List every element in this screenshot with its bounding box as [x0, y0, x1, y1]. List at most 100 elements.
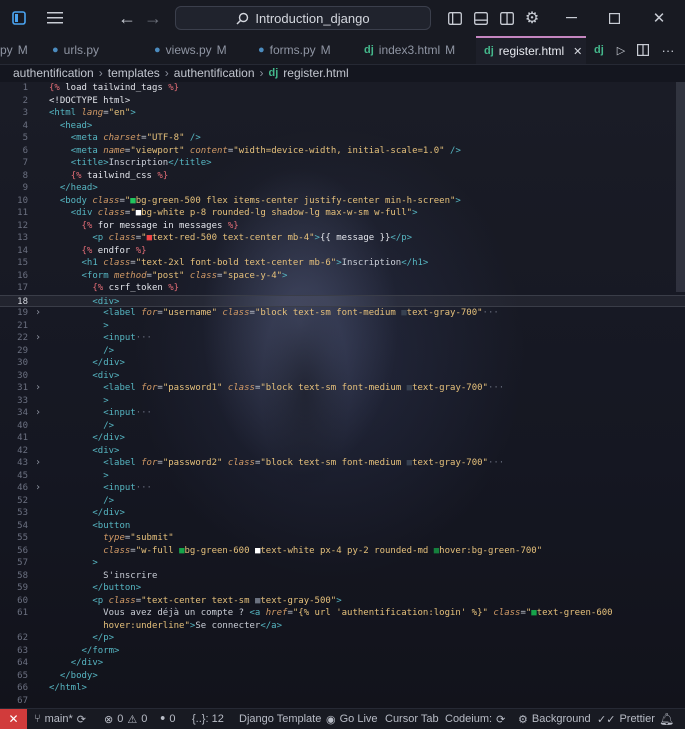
- code-line[interactable]: 42 <div>: [0, 445, 685, 458]
- code-line[interactable]: 11 <div class="■bg-white p-8 rounded-lg …: [0, 207, 685, 220]
- code-line[interactable]: 17 {% csrf_token %}: [0, 282, 685, 295]
- ports-status[interactable]: ꔷ 0: [160, 709, 176, 729]
- code-line[interactable]: 30 <div>: [0, 370, 685, 383]
- forward-arrow-icon[interactable]: →: [142, 0, 164, 36]
- code-line[interactable]: 61 Vous avez déjà un compte ? <a href="{…: [0, 607, 685, 620]
- close-tab-icon[interactable]: ✕: [573, 45, 582, 58]
- code-line[interactable]: 34 › <input···: [0, 407, 685, 420]
- cursor-position[interactable]: {..}: 12: [192, 709, 224, 729]
- remote-indicator-icon[interactable]: ✕: [0, 709, 27, 729]
- minimize-icon[interactable]: [558, 0, 584, 36]
- code-line[interactable]: 5 <meta charset="UTF-8" />: [0, 132, 685, 145]
- tab-forms-py[interactable]: ● forms.py M: [258, 36, 331, 64]
- breadcrumb-item[interactable]: register.html: [283, 66, 348, 80]
- fold-chevron-icon[interactable]: ›: [35, 457, 41, 470]
- line-number: 46: [17, 483, 28, 493]
- fold-chevron-icon[interactable]: ›: [35, 382, 41, 395]
- code-line[interactable]: 10 <body class="■bg-green-500 flex items…: [0, 195, 685, 208]
- toggle-panel-icon[interactable]: [471, 0, 491, 36]
- breadcrumb-item[interactable]: templates: [108, 66, 160, 80]
- maximize-icon[interactable]: [601, 0, 627, 36]
- code-line[interactable]: 9 </head>: [0, 182, 685, 195]
- tab-urls-py[interactable]: ● urls.py: [52, 36, 99, 64]
- code-line[interactable]: 29 />: [0, 345, 685, 358]
- code-line[interactable]: 52 />: [0, 495, 685, 508]
- code-line[interactable]: 1 {% load tailwind_tags %}: [0, 82, 685, 95]
- background-status[interactable]: ⚙ Background: [518, 709, 591, 729]
- code-line[interactable]: 3 <html lang="en">: [0, 107, 685, 120]
- fold-chevron-icon[interactable]: ›: [35, 332, 41, 345]
- problems-status[interactable]: ⊗ 0 ⚠ 0: [104, 709, 147, 729]
- code-line[interactable]: 59 </button>: [0, 582, 685, 595]
- code-line[interactable]: 56 class="w-full ■bg-green-600 ■text-whi…: [0, 545, 685, 558]
- app-logo-icon[interactable]: [8, 0, 30, 36]
- scrollbar[interactable]: [676, 82, 685, 292]
- close-window-icon[interactable]: ✕: [646, 0, 672, 36]
- code-line[interactable]: 33 >: [0, 395, 685, 408]
- fold-chevron-icon[interactable]: ›: [35, 307, 41, 320]
- language-mode[interactable]: Django Template: [239, 709, 321, 729]
- run-icon[interactable]: ▷: [614, 36, 628, 64]
- code-line[interactable]: 21 >: [0, 320, 685, 333]
- tab-index3-html[interactable]: dj index3.html M: [364, 36, 455, 64]
- code-line[interactable]: 14 {% endfor %}: [0, 245, 685, 258]
- code-line[interactable]: 31 › <label for="password1" class="block …: [0, 382, 685, 395]
- code-line[interactable]: 60 <p class="text-center text-sm ■text-g…: [0, 595, 685, 608]
- code-line[interactable]: 4 <head>: [0, 120, 685, 133]
- code-text: <label for="password2" class="block text…: [103, 458, 505, 468]
- code-line[interactable]: 54 <button: [0, 520, 685, 533]
- code-editor[interactable]: 1 {% load tailwind_tags %} 2 <!DOCTYPE html…: [0, 82, 685, 708]
- code-line[interactable]: 12 {% for message in messages %}: [0, 220, 685, 233]
- code-line[interactable]: 65 </body>: [0, 670, 685, 683]
- code-line[interactable]: 8 {% tailwind_css %}: [0, 170, 685, 183]
- command-center-search[interactable]: Introduction_django: [175, 6, 431, 30]
- breadcrumb-item[interactable]: authentification: [13, 66, 94, 80]
- code-line[interactable]: 46 › <input···: [0, 482, 685, 495]
- codeium-status[interactable]: Codeium: ⟳: [445, 709, 505, 729]
- code-line[interactable]: 63 </form>: [0, 645, 685, 658]
- bell-icon[interactable]: 🔔︎: [659, 709, 674, 729]
- code-line[interactable]: 19 › <label for="username" class="block t…: [0, 307, 685, 320]
- tab-overflow-django[interactable]: dj: [594, 36, 606, 64]
- code-line[interactable]: 30 </div>: [0, 357, 685, 370]
- code-line[interactable]: 45 >: [0, 470, 685, 483]
- split-editor-icon[interactable]: [636, 36, 650, 64]
- code-line[interactable]: 40 />: [0, 420, 685, 433]
- toggle-secondary-sidebar-icon[interactable]: [497, 0, 517, 36]
- code-line[interactable]: 2 <!DOCTYPE html>: [0, 95, 685, 108]
- code-line[interactable]: 66 </html>: [0, 682, 685, 695]
- tab-partial-py[interactable]: py M: [0, 36, 44, 64]
- code-line[interactable]: 18 <div>: [0, 294, 685, 307]
- menu-icon[interactable]: [44, 0, 66, 36]
- code-line[interactable]: 43 › <label for="password2" class="block …: [0, 457, 685, 470]
- code-line[interactable]: 55 type="submit": [0, 532, 685, 545]
- code-line[interactable]: 64 </div>: [0, 657, 685, 670]
- gear-icon[interactable]: ⚙: [522, 0, 542, 36]
- fold-chevron-icon[interactable]: ›: [35, 407, 41, 420]
- code-line[interactable]: 58 S'inscrire: [0, 570, 685, 583]
- code-line[interactable]: 15 <h1 class="text-2xl font-bold text-ce…: [0, 257, 685, 270]
- code-line[interactable]: 16 <form method="post" class="space-y-4"…: [0, 270, 685, 283]
- breadcrumb-item[interactable]: authentification: [174, 66, 255, 80]
- more-actions-icon[interactable]: ···: [658, 36, 678, 64]
- cursor-tab-status[interactable]: Cursor Tab: [385, 709, 439, 729]
- code-line[interactable]: 62 </p>: [0, 632, 685, 645]
- code-line[interactable]: 22 › <input···: [0, 332, 685, 345]
- code-line[interactable]: hover:underline">Se connecter</a>: [0, 620, 685, 633]
- code-line[interactable]: 53 </div>: [0, 507, 685, 520]
- code-line[interactable]: 41 </div>: [0, 432, 685, 445]
- tab-views-py[interactable]: ● views.py M: [154, 36, 227, 64]
- code-line[interactable]: 67: [0, 695, 685, 708]
- fold-chevron-icon[interactable]: ›: [35, 482, 41, 495]
- line-number: 3: [22, 108, 28, 118]
- back-arrow-icon[interactable]: ←: [116, 0, 138, 36]
- code-line[interactable]: 13 <p class="■text-red-500 text-center m…: [0, 232, 685, 245]
- code-line[interactable]: 6 <meta name="viewport" content="width=d…: [0, 145, 685, 158]
- code-line[interactable]: 57 >: [0, 557, 685, 570]
- prettier-status[interactable]: ✓✓ Prettier: [597, 709, 655, 729]
- branch-status[interactable]: ⑂ main* ⟳: [34, 709, 86, 729]
- toggle-primary-sidebar-icon[interactable]: [445, 0, 465, 36]
- code-line[interactable]: 7 <title>Inscription</title>: [0, 157, 685, 170]
- go-live-button[interactable]: ◉ Go Live: [326, 709, 378, 729]
- tab-register-html[interactable]: dj register.html ✕: [476, 36, 586, 64]
